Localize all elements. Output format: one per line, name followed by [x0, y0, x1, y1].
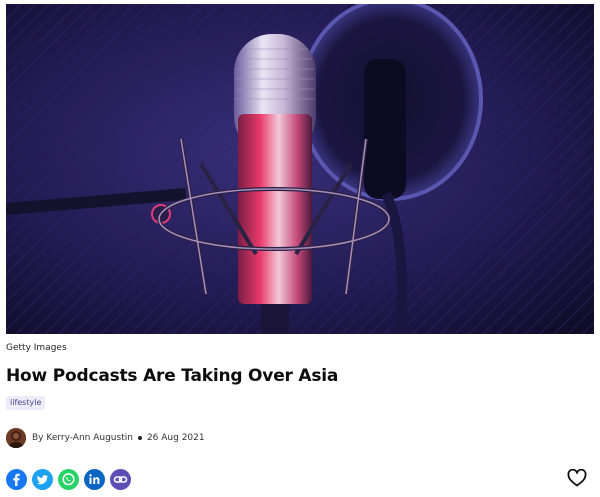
- heart-icon: [567, 468, 587, 487]
- copy-link-button[interactable]: [110, 468, 131, 490]
- save-heart-button[interactable]: [567, 468, 587, 487]
- author-avatar[interactable]: [6, 428, 26, 448]
- linkedin-share-button[interactable]: [84, 468, 105, 490]
- article-title[interactable]: How Podcasts Are Taking Over Asia: [6, 366, 338, 386]
- whatsapp-share-button[interactable]: [58, 468, 79, 490]
- hero-image: [6, 4, 594, 334]
- byline: By Kerry-Ann Augustin 26 Aug 2021: [6, 427, 205, 449]
- linkedin-icon: [89, 473, 100, 484]
- link-icon: [113, 475, 128, 483]
- category-tag[interactable]: lifestyle: [6, 396, 46, 410]
- twitter-share-button[interactable]: [32, 468, 53, 490]
- share-bar: [6, 468, 136, 490]
- twitter-icon: [37, 474, 48, 484]
- publish-date: 26 Aug 2021: [146, 433, 205, 443]
- facebook-share-button[interactable]: [6, 468, 27, 490]
- separator-dot: [137, 436, 142, 440]
- facebook-icon: [13, 473, 20, 486]
- whatsapp-icon: [62, 472, 75, 485]
- image-credit: Getty Images: [6, 343, 67, 353]
- author-name[interactable]: By Kerry-Ann Augustin: [32, 433, 133, 443]
